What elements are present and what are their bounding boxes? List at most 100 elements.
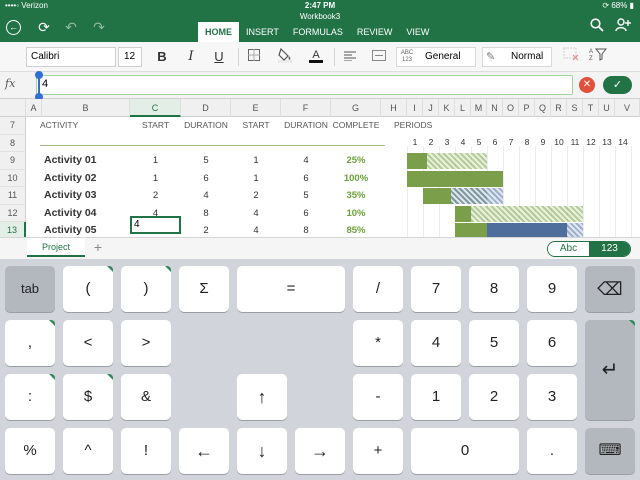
percent-complete-cell[interactable]: 35%: [330, 187, 382, 205]
column-header-u[interactable]: U: [599, 99, 615, 117]
tab-home[interactable]: HOME: [198, 22, 239, 42]
fill-color-icon[interactable]: [274, 47, 296, 67]
tab-insert[interactable]: INSERT: [239, 22, 286, 42]
actual-start-cell[interactable]: 4: [231, 222, 281, 237]
arrow-up-key[interactable]: ↑: [237, 374, 287, 420]
digit-8-key[interactable]: 8: [469, 266, 519, 312]
underline-button[interactable]: U: [208, 47, 230, 67]
digit-9-key[interactable]: 9: [527, 266, 577, 312]
percent-key[interactable]: %: [5, 428, 55, 474]
backspace-key[interactable]: ⌫: [585, 266, 635, 312]
active-cell-c13[interactable]: 4: [130, 216, 181, 234]
decimal-key[interactable]: .: [527, 428, 577, 474]
column-header-e[interactable]: E: [231, 99, 281, 117]
dollar-key[interactable]: $: [63, 374, 113, 420]
row-header-7[interactable]: 7: [0, 117, 26, 135]
actual-start-cell[interactable]: 4: [231, 205, 281, 223]
plan-duration-cell[interactable]: 6: [181, 170, 231, 188]
digit-3-key[interactable]: 3: [527, 374, 577, 420]
activity-name[interactable]: Activity 02: [40, 170, 130, 188]
row-header-9[interactable]: 9: [0, 152, 26, 170]
column-header-l[interactable]: L: [455, 99, 471, 117]
column-header-q[interactable]: Q: [535, 99, 551, 117]
actual-start-cell[interactable]: 1: [231, 152, 281, 170]
text-cursor-handle[interactable]: [35, 71, 43, 101]
column-header-n[interactable]: N: [487, 99, 503, 117]
digit-1-key[interactable]: 1: [411, 374, 461, 420]
tab-view[interactable]: VIEW: [399, 22, 436, 42]
enter-key[interactable]: ↵: [585, 320, 635, 420]
function-icon[interactable]: fx: [5, 77, 27, 93]
arrow-right-key[interactable]: →: [295, 428, 345, 474]
plan-duration-cell[interactable]: 5: [181, 152, 231, 170]
digit-2-key[interactable]: 2: [469, 374, 519, 420]
column-header-d[interactable]: D: [181, 99, 231, 117]
column-header-s[interactable]: S: [567, 99, 583, 117]
percent-complete-cell[interactable]: 10%: [330, 205, 382, 223]
column-header-h[interactable]: H: [381, 99, 407, 117]
column-header-c[interactable]: C: [130, 99, 181, 117]
close-paren-key[interactable]: ): [121, 266, 171, 312]
keyboard-mode-toggle[interactable]: Abc 123: [547, 241, 631, 257]
clear-format-icon[interactable]: [560, 47, 582, 67]
percent-complete-cell[interactable]: 25%: [330, 152, 382, 170]
sort-filter-icon[interactable]: AZ: [587, 47, 609, 67]
percent-complete-cell[interactable]: 85%: [330, 222, 382, 237]
plan-start-cell[interactable]: 1: [130, 170, 181, 188]
font-color-icon[interactable]: A: [305, 47, 327, 67]
actual-duration-cell[interactable]: 5: [281, 187, 331, 205]
back-arrow-icon[interactable]: ←: [6, 20, 21, 35]
digit-6-key[interactable]: 6: [527, 320, 577, 366]
column-header-b[interactable]: B: [42, 99, 130, 117]
borders-icon[interactable]: [243, 47, 265, 67]
equals-key[interactable]: =: [237, 266, 345, 312]
plan-start-cell[interactable]: 1: [130, 152, 181, 170]
confirm-edit-button[interactable]: ✓: [603, 76, 632, 94]
plan-duration-cell[interactable]: 8: [181, 205, 231, 223]
tab-review[interactable]: REVIEW: [350, 22, 400, 42]
activity-name[interactable]: Activity 03: [40, 187, 130, 205]
tab-key[interactable]: tab: [5, 266, 55, 312]
column-header-t[interactable]: T: [583, 99, 599, 117]
tab-formulas[interactable]: FORMULAS: [286, 22, 350, 42]
digit-5-key[interactable]: 5: [469, 320, 519, 366]
digit-4-key[interactable]: 4: [411, 320, 461, 366]
actual-start-cell[interactable]: 1: [231, 170, 281, 188]
cell-style-field[interactable]: ✎ Normal: [482, 47, 552, 67]
column-header-j[interactable]: J: [423, 99, 439, 117]
redo-icon[interactable]: ↷: [89, 17, 109, 37]
search-icon[interactable]: [587, 17, 607, 37]
column-header-r[interactable]: R: [551, 99, 567, 117]
dismiss-keyboard-key[interactable]: ⌨: [585, 428, 635, 474]
autosum-key[interactable]: Σ: [179, 266, 229, 312]
number-format-field[interactable]: ABC 123 General: [396, 47, 476, 67]
arrow-down-key[interactable]: ↓: [237, 428, 287, 474]
column-header-m[interactable]: M: [471, 99, 487, 117]
column-header-f[interactable]: F: [281, 99, 331, 117]
actual-start-cell[interactable]: 2: [231, 187, 281, 205]
row-header-8[interactable]: 8: [0, 134, 26, 152]
digit-7-key[interactable]: 7: [411, 266, 461, 312]
column-header-o[interactable]: O: [503, 99, 519, 117]
activity-name[interactable]: Activity 05: [40, 222, 130, 237]
percent-complete-cell[interactable]: 100%: [330, 170, 382, 188]
plus-key[interactable]: +: [353, 428, 403, 474]
activity-name[interactable]: Activity 04: [40, 205, 130, 223]
actual-duration-cell[interactable]: 6: [281, 170, 331, 188]
font-name-field[interactable]: Calibri: [26, 47, 116, 67]
digit-0-key[interactable]: 0: [411, 428, 519, 474]
row-header-13[interactable]: 13: [0, 222, 26, 237]
file-refresh-icon[interactable]: ⟳: [34, 17, 54, 37]
multiply-key[interactable]: *: [353, 320, 403, 366]
column-header-p[interactable]: P: [519, 99, 535, 117]
colon-key[interactable]: :: [5, 374, 55, 420]
column-header-a[interactable]: A: [26, 99, 42, 117]
column-header-g[interactable]: G: [331, 99, 381, 117]
formula-input[interactable]: 4: [36, 75, 573, 95]
column-header-v[interactable]: V: [615, 99, 640, 117]
bold-button[interactable]: B: [151, 47, 173, 67]
row-header-11[interactable]: 11: [0, 187, 26, 205]
worksheet-grid[interactable]: ABCDEFGHIJKLMNOPQRSTUV 7 8 9 10 11 12 13 ACTIV…: [0, 99, 640, 237]
add-sheet-button[interactable]: +: [90, 239, 106, 255]
undo-icon[interactable]: ↶: [61, 17, 81, 37]
